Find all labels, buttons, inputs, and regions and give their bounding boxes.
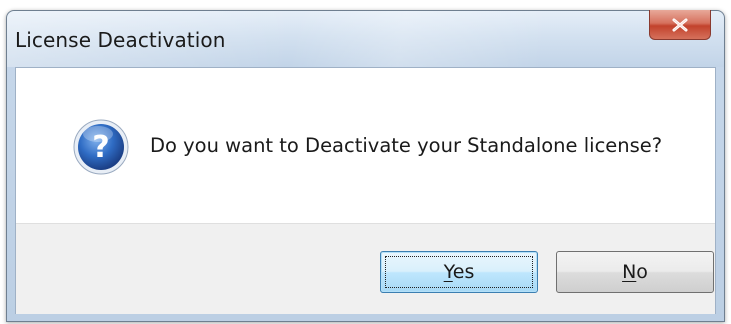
window-title: License Deactivation (15, 28, 226, 52)
button-area: Yes No (16, 223, 715, 314)
svg-text:?: ? (92, 130, 109, 165)
close-icon (671, 18, 689, 32)
no-label-rest: o (636, 261, 648, 283)
dialog-window: License Deactivation ? Do you want to De… (6, 10, 725, 322)
no-button[interactable]: No (556, 251, 714, 293)
yes-accelerator: Y (443, 261, 453, 283)
message-area: ? Do you want to Deactivate your Standal… (16, 68, 715, 223)
yes-button-label: Yes (444, 261, 475, 283)
close-button[interactable] (649, 10, 711, 40)
no-accelerator: N (622, 261, 637, 283)
yes-button[interactable]: Yes (380, 251, 538, 293)
yes-label-rest: es (452, 261, 475, 283)
dialog-content: ? Do you want to Deactivate your Standal… (15, 67, 716, 314)
no-button-label: No (622, 261, 648, 283)
question-icon: ? (72, 118, 130, 176)
dialog-message: Do you want to Deactivate your Standalon… (150, 134, 663, 157)
title-bar[interactable]: License Deactivation (7, 10, 724, 67)
